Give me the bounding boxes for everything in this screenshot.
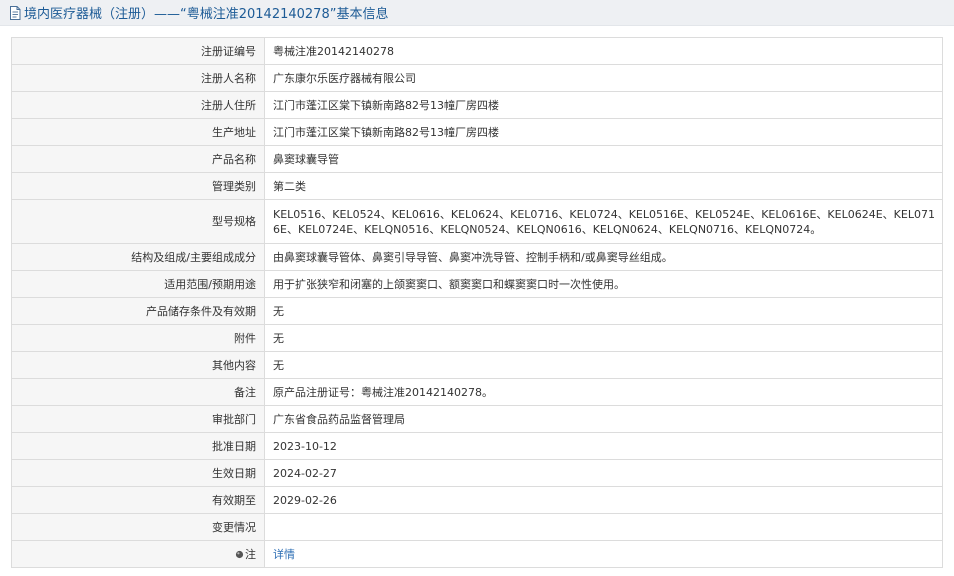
row-label: 批准日期 (11, 432, 265, 460)
note-label-cell: 注 (11, 540, 265, 568)
row-value-product-name: 鼻窦球囊导管 (264, 145, 943, 173)
row-label: 有效期至 (11, 486, 265, 514)
note-value-cell: 详情 (264, 540, 943, 568)
table-row: 结构及组成/主要组成成分 由鼻窦球囊导管体、鼻窦引导导管、鼻窦冲洗导管、控制手柄… (11, 243, 943, 271)
row-value-storage: 无 (264, 297, 943, 325)
row-value-registrant-address: 江门市蓬江区棠下镇新南路82号13幢厂房四楼 (264, 91, 943, 119)
row-value-structure: 由鼻窦球囊导管体、鼻窦引导导管、鼻窦冲洗导管、控制手柄和/或鼻窦导丝组成。 (264, 243, 943, 271)
row-label: 结构及组成/主要组成成分 (11, 243, 265, 271)
row-value-production-address: 江门市蓬江区棠下镇新南路82号13幢厂房四楼 (264, 118, 943, 146)
table-row: 有效期至 2029-02-26 (11, 486, 943, 514)
page-title-bar: 境内医疗器械（注册）——“粤械注准20142140278”基本信息 (0, 0, 954, 26)
row-label: 注册证编号 (11, 37, 265, 65)
row-value-management-class: 第二类 (264, 172, 943, 200)
table-row: 型号规格 KEL0516、KEL0524、KEL0616、KEL0624、KEL… (11, 199, 943, 244)
table-row: 注册证编号 粤械注准20142140278 (11, 37, 943, 65)
device-info-table: 注册证编号 粤械注准20142140278 注册人名称 广东康尔乐医疗器械有限公… (11, 37, 943, 568)
row-label: 型号规格 (11, 199, 265, 244)
row-label: 管理类别 (11, 172, 265, 200)
row-label: 适用范围/预期用途 (11, 270, 265, 298)
table-row: 附件 无 (11, 324, 943, 352)
row-value-changes (264, 513, 943, 541)
row-label: 变更情况 (11, 513, 265, 541)
details-link[interactable]: 详情 (273, 548, 295, 561)
row-label: 其他内容 (11, 351, 265, 379)
table-row: 生效日期 2024-02-27 (11, 459, 943, 487)
row-value-intended-use: 用于扩张狭窄和闭塞的上颌窦窦口、额窦窦口和蝶窦窦口时一次性使用。 (264, 270, 943, 298)
row-value-other: 无 (264, 351, 943, 379)
row-label: 备注 (11, 378, 265, 406)
row-value-reg-number: 粤械注准20142140278 (264, 37, 943, 65)
bullet-dot-icon (235, 550, 244, 559)
row-value-registrant-name: 广东康尔乐医疗器械有限公司 (264, 64, 943, 92)
row-label: 附件 (11, 324, 265, 352)
page-title: 境内医疗器械（注册）——“粤械注准20142140278”基本信息 (24, 7, 389, 22)
table-row: 生产地址 江门市蓬江区棠下镇新南路82号13幢厂房四楼 (11, 118, 943, 146)
row-value-approval-dept: 广东省食品药品监督管理局 (264, 405, 943, 433)
table-row: 变更情况 (11, 513, 943, 541)
row-value-approval-date: 2023-10-12 (264, 432, 943, 460)
table-row: 备注 原产品注册证号：粤械注准20142140278。 (11, 378, 943, 406)
table-row: 注册人住所 江门市蓬江区棠下镇新南路82号13幢厂房四楼 (11, 91, 943, 119)
row-label: 生产地址 (11, 118, 265, 146)
table-row: 产品名称 鼻窦球囊导管 (11, 145, 943, 173)
table-row-note: 注 详情 (11, 540, 943, 568)
note-label: 注 (245, 547, 256, 561)
row-value-expiry-date: 2029-02-26 (264, 486, 943, 514)
table-row: 批准日期 2023-10-12 (11, 432, 943, 460)
row-label: 产品名称 (11, 145, 265, 173)
table-row: 注册人名称 广东康尔乐医疗器械有限公司 (11, 64, 943, 92)
table-row: 适用范围/预期用途 用于扩张狭窄和闭塞的上颌窦窦口、额窦窦口和蝶窦窦口时一次性使… (11, 270, 943, 298)
row-label: 注册人住所 (11, 91, 265, 119)
row-label: 产品储存条件及有效期 (11, 297, 265, 325)
row-label: 审批部门 (11, 405, 265, 433)
table-row: 审批部门 广东省食品药品监督管理局 (11, 405, 943, 433)
row-value-remarks: 原产品注册证号：粤械注准20142140278。 (264, 378, 943, 406)
row-value-effective-date: 2024-02-27 (264, 459, 943, 487)
table-row: 其他内容 无 (11, 351, 943, 379)
table-row: 管理类别 第二类 (11, 172, 943, 200)
row-label: 注册人名称 (11, 64, 265, 92)
table-row: 产品储存条件及有效期 无 (11, 297, 943, 325)
row-value-model-spec: KEL0516、KEL0524、KEL0616、KEL0624、KEL0716、… (264, 199, 943, 244)
document-icon (9, 5, 21, 20)
row-label: 生效日期 (11, 459, 265, 487)
row-value-attachment: 无 (264, 324, 943, 352)
